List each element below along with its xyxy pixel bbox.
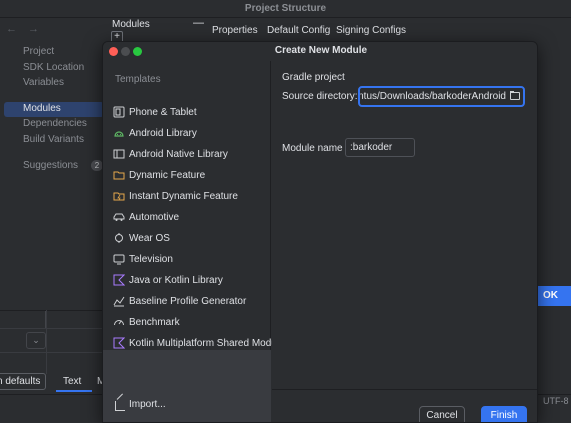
template-label: Automotive xyxy=(129,211,180,223)
template-phone-tablet[interactable]: Phone & Tablet xyxy=(113,104,271,120)
sidebar-item-project[interactable]: Project xyxy=(23,46,54,57)
dropdown-chevron-icon[interactable]: ⌄ xyxy=(26,332,46,349)
sidebar-item-build-variants[interactable]: Build Variants xyxy=(23,134,84,145)
template-label: Wear OS xyxy=(129,232,170,244)
template-label: Java or Kotlin Library xyxy=(129,274,223,286)
template-android-native-library[interactable]: Android Native Library xyxy=(113,146,271,162)
sidebar-item-variables[interactable]: Variables xyxy=(23,77,64,88)
template-label: Android Library xyxy=(129,127,197,139)
template-label: Dynamic Feature xyxy=(129,169,206,181)
template-instant-dynamic-feature[interactable]: Instant Dynamic Feature xyxy=(113,188,271,204)
property-field[interactable] xyxy=(0,311,46,328)
grid-divider xyxy=(0,352,104,353)
nav-arrows[interactable]: ← → xyxy=(6,23,43,35)
source-directory-value: nantus/Downloads/barkoderAndroid xyxy=(358,91,506,102)
source-directory-label: Source directory: xyxy=(282,91,358,102)
finish-button[interactable]: Finish xyxy=(481,406,527,422)
template-label: Instant Dynamic Feature xyxy=(129,190,238,202)
template-dynamic-feature[interactable]: Dynamic Feature xyxy=(113,167,271,183)
gauge-icon xyxy=(114,320,124,326)
template-benchmark[interactable]: Benchmark xyxy=(113,314,271,330)
sidebar-item-dependencies[interactable]: Dependencies xyxy=(23,118,87,129)
template-label: Android Native Library xyxy=(129,148,228,160)
ok-button[interactable]: OK xyxy=(537,286,571,306)
window-title: Project Structure xyxy=(244,3,327,14)
modules-header: Modules xyxy=(112,19,150,30)
sidebar-item-modules[interactable]: Modules xyxy=(4,102,104,117)
template-wear-os[interactable]: Wear OS xyxy=(113,230,271,246)
template-kotlin-multiplatform-shared-module[interactable]: Kotlin Multiplatform Shared Module xyxy=(113,335,285,351)
tab-text-underline xyxy=(56,390,92,392)
project-structure-sidebar: Project SDK Location Variables Modules D… xyxy=(0,40,104,310)
module-form: Gradle project Source directory: nantus/… xyxy=(272,61,537,389)
dynamic-feature-icon xyxy=(113,171,125,180)
templates-hover-area xyxy=(103,350,271,422)
sidebar-item-suggestions[interactable]: Suggestions xyxy=(23,160,78,171)
template-label: Benchmark xyxy=(129,316,180,328)
sidebar-item-sdk-location[interactable]: SDK Location xyxy=(23,62,84,73)
dialog-title: Create New Module xyxy=(274,45,368,56)
template-label: Kotlin Multiplatform Shared Module xyxy=(129,337,285,349)
car-icon xyxy=(113,213,125,221)
encoding-status[interactable]: UTF-8 xyxy=(543,396,569,406)
watch-icon xyxy=(115,233,123,243)
tab-properties[interactable]: Properties xyxy=(212,25,258,36)
dialog-titlebar: Create New Module xyxy=(103,42,537,61)
create-new-module-dialog: Create New Module Templates Phone & Tabl… xyxy=(102,41,538,423)
template-baseline-profile-generator[interactable]: Baseline Profile Generator xyxy=(113,293,271,309)
project-structure-titlebar: Project Structure xyxy=(0,0,571,18)
dialog-footer: Cancel Finish xyxy=(272,389,537,422)
template-automotive[interactable]: Automotive xyxy=(113,209,271,225)
grid-divider xyxy=(0,328,104,329)
android-icon xyxy=(114,131,124,137)
restore-defaults-button[interactable]: n defaults xyxy=(0,373,46,390)
browse-folder-icon[interactable] xyxy=(510,92,520,100)
template-label: Baseline Profile Generator xyxy=(129,295,247,307)
cancel-button[interactable]: Cancel xyxy=(419,406,465,422)
template-android-library[interactable]: Android Library xyxy=(113,125,271,141)
kotlin-icon xyxy=(113,274,125,286)
templates-panel: Templates Phone & Tablet Android Library… xyxy=(103,61,285,422)
native-library-icon xyxy=(113,149,125,159)
baseline-profile-icon xyxy=(113,296,125,307)
import-icon xyxy=(115,401,125,411)
template-television[interactable]: Television xyxy=(113,251,271,267)
template-java-kotlin-library[interactable]: Java or Kotlin Library xyxy=(113,272,271,288)
tv-icon xyxy=(113,254,125,265)
instant-feature-icon xyxy=(113,192,125,201)
module-name-field[interactable]: :barkoder xyxy=(345,138,415,157)
templates-header: Templates xyxy=(115,74,161,85)
source-directory-field[interactable]: nantus/Downloads/barkoderAndroid xyxy=(358,86,525,107)
grid-divider xyxy=(46,310,47,374)
module-name-label: Module name xyxy=(282,143,343,154)
tab-text[interactable]: Text xyxy=(63,376,81,387)
multiplatform-icon xyxy=(113,337,125,349)
template-label: Phone & Tablet xyxy=(129,106,197,118)
remove-module-button[interactable]: — xyxy=(193,17,204,29)
tab-default-config[interactable]: Default Config xyxy=(267,25,330,36)
form-heading: Gradle project xyxy=(282,72,345,83)
tab-signing-configs[interactable]: Signing Configs xyxy=(336,25,406,36)
template-label: Television xyxy=(129,253,173,265)
import-link[interactable]: Import... xyxy=(129,399,166,410)
phone-tablet-icon xyxy=(113,106,125,118)
